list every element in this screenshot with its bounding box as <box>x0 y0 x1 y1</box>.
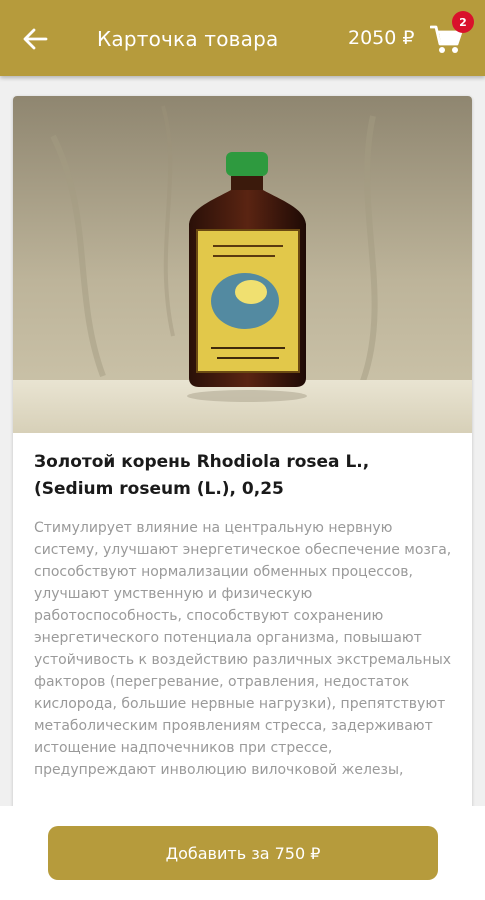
top-app-bar: Карточка товара 2050 ₽ 2 <box>0 0 485 76</box>
product-title: Золотой корень Rhodiola rosea L., (Sediu… <box>34 452 370 499</box>
page-title: Карточка товара <box>97 27 279 51</box>
cart-count-badge: 2 <box>452 11 474 33</box>
add-to-cart-button[interactable]: Добавить за 750 ₽ <box>48 826 438 880</box>
arrow-left-icon[interactable] <box>20 24 50 54</box>
product-card: Золотой корень Rhodiola rosea L., (Sediu… <box>13 96 472 836</box>
app-screen: Карточка товара 2050 ₽ 2 Золотой корень … <box>0 0 485 900</box>
product-image <box>13 96 472 433</box>
bottom-action-bar: Добавить за 750 ₽ <box>0 806 485 900</box>
product-description: Стимулирует влияние на центральную нервн… <box>34 520 452 778</box>
cart-total: 2050 ₽ <box>348 27 415 49</box>
